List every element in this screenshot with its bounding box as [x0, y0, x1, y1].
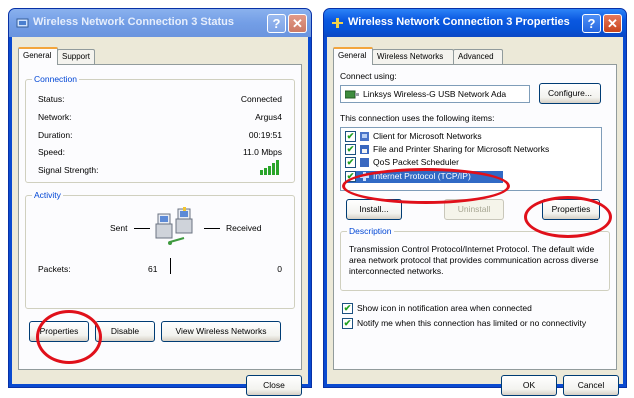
view-wireless-networks-button[interactable]: View Wireless Networks: [161, 321, 281, 342]
packets-divider: [170, 258, 171, 274]
network-value: Argus4: [255, 112, 282, 122]
duration-row: Duration: 00:19:51: [38, 130, 282, 142]
help-button[interactable]: ?: [582, 14, 601, 33]
tab-general[interactable]: General: [333, 47, 373, 65]
item-label: QoS Packet Scheduler: [373, 157, 459, 167]
network-connection-icon: [332, 18, 343, 28]
network-activity-icon: [155, 207, 193, 245]
activity-group: Activity Sent Received Packets: 61 0: [25, 190, 295, 309]
sent-line: [134, 228, 150, 229]
packets-sent-value: 61: [148, 264, 158, 274]
annotation-circle-properties: [36, 310, 102, 364]
adapter-field: Linksys Wireless-G USB Network Ada: [340, 85, 530, 103]
ok-button[interactable]: OK: [501, 375, 557, 396]
adapter-name: Linksys Wireless-G USB Network Ada: [363, 89, 507, 99]
connection-group: Connection Status: Connected Network: Ar…: [25, 74, 295, 183]
status-label: Status:: [38, 94, 65, 104]
description-group-label: Description: [347, 226, 394, 236]
qos-scheduler-icon: [360, 158, 369, 167]
speed-row: Speed: 11.0 Mbps: [38, 147, 282, 159]
configure-button[interactable]: Configure...: [539, 83, 601, 104]
description-text: Transmission Control Protocol/Internet P…: [349, 244, 599, 276]
help-button[interactable]: ?: [267, 14, 286, 33]
received-line: [204, 228, 220, 229]
tab-wireless-networks[interactable]: Wireless Networks: [372, 49, 454, 64]
notify-checkbox[interactable]: ✔: [342, 318, 353, 329]
tab-general[interactable]: General: [18, 47, 58, 65]
sent-label: Sent: [110, 223, 128, 233]
annotation-circle-tcpip: [342, 168, 510, 204]
close-button[interactable]: Close: [246, 375, 302, 396]
network-connection-icon: [16, 18, 29, 28]
tab-support[interactable]: Support: [57, 49, 95, 64]
duration-label: Duration:: [38, 130, 73, 140]
signal-strength-icon: [260, 160, 279, 175]
close-window-button[interactable]: ✕: [603, 14, 622, 33]
annotation-circle-component-properties: [524, 196, 612, 238]
connection-group-label: Connection: [32, 74, 80, 84]
tab-advanced[interactable]: Advanced: [453, 49, 503, 64]
show-icon-label: Show icon in notification area when conn…: [357, 303, 532, 313]
packets-label: Packets:: [38, 264, 71, 274]
notify-label: Notify me when this connection has limit…: [357, 318, 587, 328]
status-value: Connected: [240, 94, 282, 104]
show-icon-checkbox[interactable]: ✔: [342, 303, 353, 314]
properties-dialog-titlebar[interactable]: Wireless Network Connection 3 Properties…: [324, 9, 626, 37]
file-printer-sharing-icon: [360, 145, 369, 154]
close-window-button[interactable]: ✕: [288, 14, 307, 33]
network-label: Network:: [38, 112, 72, 122]
status-dialog-title: Wireless Network Connection 3 Status: [33, 16, 235, 28]
item-checkbox[interactable]: ✔: [345, 131, 356, 142]
network-row: Network: Argus4: [38, 112, 282, 124]
item-label: Client for Microsoft Networks: [373, 131, 482, 141]
received-label: Received: [226, 223, 262, 233]
signal-strength-row: Signal Strength:: [38, 160, 282, 177]
disable-button[interactable]: Disable: [95, 321, 155, 342]
item-label: File and Printer Sharing for Microsoft N…: [373, 144, 550, 154]
activity-group-label: Activity: [32, 190, 63, 200]
status-dialog-titlebar[interactable]: Wireless Network Connection 3 Status ? ✕: [9, 9, 311, 37]
item-checkbox[interactable]: ✔: [345, 157, 356, 168]
signal-strength-label: Signal Strength:: [38, 165, 99, 175]
connect-using-label: Connect using:: [340, 71, 397, 81]
speed-value: 11.0 Mbps: [242, 147, 282, 157]
usb-adapter-icon: [345, 90, 359, 99]
status-row: Status: Connected: [38, 94, 282, 106]
packets-received-value: 0: [277, 264, 282, 274]
duration-value: 00:19:51: [248, 130, 282, 140]
description-group: Description Transmission Control Protoco…: [340, 226, 610, 291]
items-label: This connection uses the following items…: [340, 113, 495, 123]
cancel-button[interactable]: Cancel: [563, 375, 619, 396]
item-checkbox[interactable]: ✔: [345, 144, 356, 155]
properties-dialog-title: Wireless Network Connection 3 Properties: [348, 16, 570, 28]
client-network-icon: [360, 132, 369, 141]
speed-label: Speed:: [38, 147, 65, 157]
